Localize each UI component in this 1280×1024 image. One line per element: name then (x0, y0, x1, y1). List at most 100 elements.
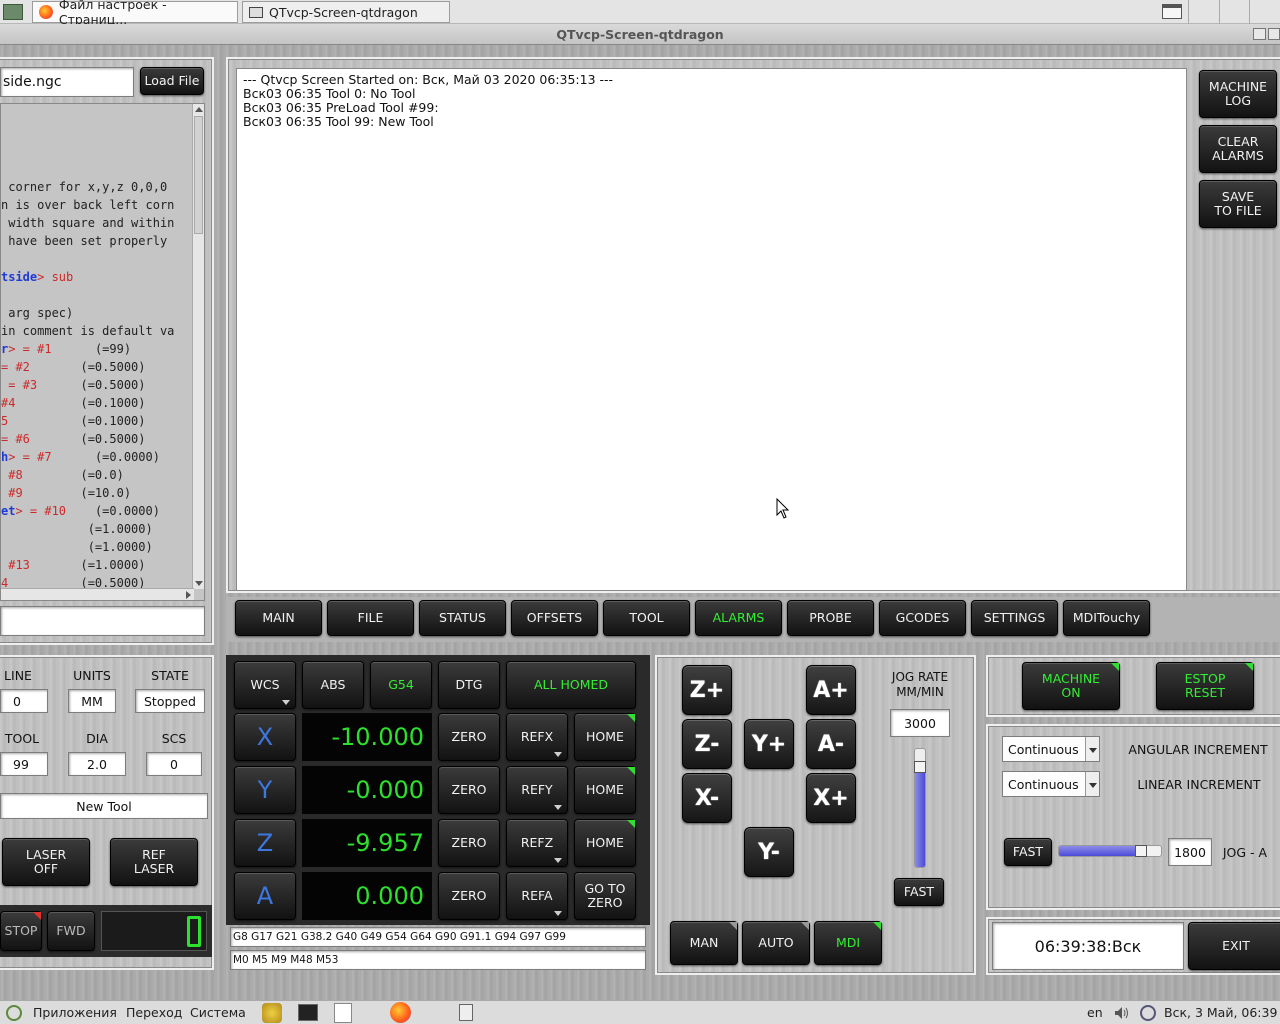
ref-laser-label: REF LASER (133, 847, 175, 876)
mode-mdi-button[interactable]: MDI (814, 921, 882, 965)
jog-rate-slider-thumb[interactable] (914, 761, 926, 773)
wcs-button[interactable]: WCS (234, 661, 296, 709)
scroll-up-icon[interactable] (195, 107, 203, 112)
jog-y-minus-button[interactable]: Y- (744, 827, 794, 877)
dtg-button[interactable]: DTG (438, 661, 500, 709)
laser-off-button[interactable]: LASER OFF (2, 838, 90, 886)
text-editor-launcher-icon[interactable] (334, 1003, 352, 1023)
terminal-launcher-icon[interactable] (298, 1004, 318, 1021)
tab-probe[interactable]: PROBE (787, 600, 874, 636)
jog-rate-slider[interactable] (914, 748, 926, 868)
jog-a-fast-button[interactable]: FAST (1004, 838, 1052, 866)
ref-x-button[interactable]: REFX (506, 713, 568, 761)
machine-log-text[interactable]: --- Qtvcp Screen Started on: Вск, Май 03… (236, 68, 1187, 591)
zero-x-button[interactable]: ZERO (438, 713, 500, 761)
jog-rate-value[interactable]: 3000 (890, 709, 950, 737)
show-desktop-icon[interactable] (1162, 4, 1182, 19)
jog-a-slider-thumb[interactable] (1135, 845, 1147, 857)
axis-a-button[interactable]: A (234, 872, 296, 920)
exit-button[interactable]: EXIT (1188, 922, 1280, 970)
tab-alarms[interactable]: ALARMS (695, 600, 782, 636)
jog-fast-button[interactable]: FAST (894, 878, 944, 906)
zero-z-button[interactable]: ZERO (438, 819, 500, 867)
jog-x-plus-button[interactable]: X+ (806, 773, 856, 823)
home-a-button[interactable]: GO TO ZERO (574, 872, 636, 920)
keyboard-layout[interactable]: en (1087, 1005, 1103, 1020)
jog-x-minus-button[interactable]: X- (682, 773, 732, 823)
axis-y-button[interactable]: Y (234, 766, 296, 814)
ref-a-button[interactable]: REFA (506, 872, 568, 920)
volume-icon[interactable] (1114, 1006, 1130, 1020)
jog-a-minus-button[interactable]: A- (806, 719, 856, 769)
minimize-icon[interactable] (1253, 28, 1266, 40)
tab-gcodes[interactable]: GCODES (879, 600, 966, 636)
clear-alarms-button[interactable]: CLEAR ALARMS (1199, 125, 1277, 173)
tab-mditouchy[interactable]: MDITouchy (1063, 600, 1150, 636)
gcode-line: h> = #7 (=0.0000) (1, 450, 204, 468)
os-tab-qtvcp[interactable]: QTvcp-Screen-qtdragon (242, 1, 450, 23)
apps-menu[interactable]: Приложения (33, 1005, 117, 1020)
home-z-button[interactable]: HOME (574, 819, 636, 867)
gcode-token: et (1, 504, 16, 518)
zero-y-button[interactable]: ZERO (438, 766, 500, 814)
estop-reset-button[interactable]: ESTOP RESET (1156, 662, 1254, 710)
jog-z-plus-button[interactable]: Z+ (682, 665, 732, 715)
horizontal-scrollbar[interactable] (1, 588, 194, 600)
jog-z-minus-label: Z- (694, 731, 720, 757)
ref-laser-button[interactable]: REF LASER (110, 838, 198, 886)
save-to-file-button[interactable]: SAVE TO FILE (1199, 180, 1277, 228)
tab-status[interactable]: STATUS (419, 600, 506, 636)
gcode-viewer[interactable]: corner for x,y,z 0,0,0 n is over back lef… (0, 103, 205, 601)
mode-auto-button[interactable]: AUTO (742, 921, 810, 965)
jog-y-plus-button[interactable]: Y+ (744, 719, 794, 769)
linear-increment-select[interactable]: Continuous (1002, 771, 1100, 797)
workspace-switcher[interactable] (1188, 0, 1280, 24)
jog-a-slider[interactable] (1058, 845, 1162, 857)
spindle-fwd-button[interactable]: FWD (47, 911, 95, 951)
scroll-down-icon[interactable] (195, 581, 203, 586)
tab-offsets[interactable]: OFFSETS (511, 600, 598, 636)
tab-label: GCODES (895, 610, 950, 625)
vertical-scrollbar[interactable] (192, 104, 204, 589)
gcode-token: > sub (37, 270, 74, 284)
firefox-launcher-icon[interactable] (390, 1002, 411, 1023)
tab-file[interactable]: FILE (327, 600, 414, 636)
trash-icon[interactable] (459, 1004, 473, 1021)
gcode-token: > = (8, 450, 38, 464)
tab-settings[interactable]: SETTINGS (971, 600, 1058, 636)
ref-z-button[interactable]: REFZ (506, 819, 568, 867)
apps-menu-icon[interactable] (6, 1005, 22, 1021)
jog-a-value[interactable]: 1800 (1168, 838, 1212, 866)
mdi-input[interactable] (0, 606, 205, 636)
all-homed-button[interactable]: ALL HOMED (506, 661, 636, 709)
scroll-right-icon[interactable] (186, 591, 191, 599)
axis-x-button[interactable]: X (234, 713, 296, 761)
tab-main[interactable]: MAIN (235, 600, 322, 636)
mode-man-button[interactable]: MAN (670, 921, 738, 965)
clock[interactable]: Вск, 3 Май, 06:39 (1164, 1005, 1277, 1020)
filename-field[interactable]: side.ngc (0, 67, 134, 97)
g54-button[interactable]: G54 (370, 661, 432, 709)
jog-a-plus-button[interactable]: A+ (806, 665, 856, 715)
home-y-button[interactable]: HOME (574, 766, 636, 814)
jog-z-minus-button[interactable]: Z- (682, 719, 732, 769)
go-menu[interactable]: Переход (126, 1005, 182, 1020)
zero-a-button[interactable]: ZERO (438, 872, 500, 920)
scroll-thumb[interactable] (194, 116, 203, 234)
ref-y-button[interactable]: REFY (506, 766, 568, 814)
axis-z-button[interactable]: Z (234, 819, 296, 867)
home-x-button[interactable]: HOME (574, 713, 636, 761)
angular-increment-select[interactable]: Continuous (1002, 736, 1100, 762)
system-menu[interactable]: Система (190, 1005, 246, 1020)
machine-log-button[interactable]: MACHINE LOG (1199, 70, 1277, 118)
linuxcnc-launcher-icon[interactable] (262, 1003, 282, 1023)
os-window-icon[interactable] (3, 4, 23, 20)
machine-on-button[interactable]: MACHINE ON (1022, 662, 1120, 710)
load-file-button[interactable]: Load File (140, 67, 204, 95)
os-tab-firefox[interactable]: Файл настроек - Страниц... (32, 0, 238, 27)
network-icon[interactable] (1140, 1005, 1156, 1021)
tab-tool[interactable]: TOOL (603, 600, 690, 636)
spindle-stop-button[interactable]: STOP (0, 911, 42, 951)
maximize-icon[interactable] (1268, 28, 1280, 40)
abs-button[interactable]: ABS (302, 661, 364, 709)
